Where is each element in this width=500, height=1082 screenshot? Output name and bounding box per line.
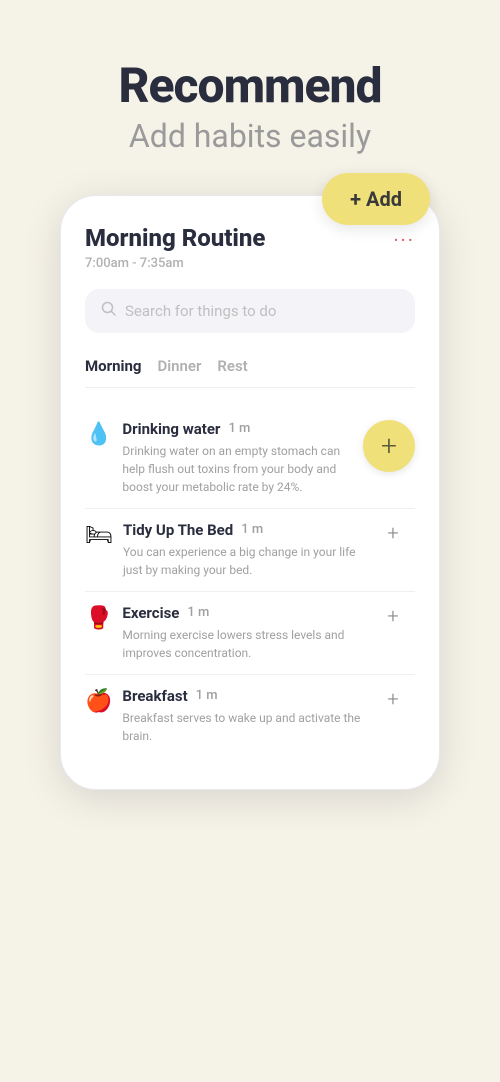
phone-container: + Add Morning Routine ··· 7:00am - 7:35a… (60, 195, 440, 790)
search-icon (101, 301, 117, 321)
tabs-row: Morning Dinner Rest (85, 353, 415, 388)
habit-item-breakfast: 🍎 Breakfast 1 m Breakfast serves to wake… (85, 675, 415, 757)
search-bar[interactable]: Search for things to do (85, 289, 415, 333)
habit-action-exercise[interactable]: + (371, 604, 415, 628)
habit-duration-bed: 1 m (241, 522, 263, 537)
habit-item-exercise: 🥊 Exercise 1 m Morning exercise lowers s… (85, 592, 415, 675)
routine-header: Morning Routine ··· (85, 224, 415, 252)
habit-desc-exercise: Morning exercise lowers stress levels an… (122, 626, 371, 662)
habit-duration-exercise: 1 m (187, 605, 209, 620)
habit-desc-breakfast: Breakfast serves to wake up and activate… (122, 709, 371, 745)
habit-name-bed: Tidy Up The Bed (123, 521, 233, 539)
habit-desc-bed: You can experience a big change in your … (123, 543, 371, 579)
add-plus-breakfast[interactable]: + (387, 687, 398, 711)
habit-action-bed[interactable]: + (371, 521, 415, 545)
habit-desc-water: Drinking water on an empty stomach can h… (122, 442, 363, 496)
tab-rest[interactable]: Rest (217, 353, 263, 379)
habit-duration-water: 1 m (228, 421, 250, 436)
habit-list: 💧 Drinking water 1 m Drinking water on a… (85, 408, 415, 757)
header-section: Recommend Add habits easily (0, 0, 500, 175)
habit-name-exercise: Exercise (122, 604, 179, 622)
habit-icon-water: 💧 (85, 422, 112, 447)
routine-title: Morning Routine (85, 224, 265, 252)
habit-action-breakfast[interactable]: + (371, 687, 415, 711)
search-placeholder: Search for things to do (125, 302, 276, 320)
habit-item-drinking-water: 💧 Drinking water 1 m Drinking water on a… (85, 408, 415, 509)
add-button[interactable]: + Add (322, 173, 430, 225)
habit-item-tidy-bed: 🛏 Tidy Up The Bed 1 m You can experience… (85, 509, 415, 592)
phone-frame: Morning Routine ··· 7:00am - 7:35am Sear… (60, 195, 440, 790)
add-circle-water[interactable]: + (363, 420, 415, 472)
add-plus-bed[interactable]: + (387, 521, 398, 545)
sub-title: Add habits easily (40, 117, 460, 155)
main-title: Recommend (40, 60, 460, 113)
habit-action-water[interactable]: + (363, 420, 415, 472)
habit-icon-breakfast: 🍎 (85, 689, 112, 714)
habit-name-breakfast: Breakfast (122, 687, 187, 705)
habit-icon-exercise: 🥊 (85, 606, 112, 631)
tab-dinner[interactable]: Dinner (157, 353, 217, 379)
tab-morning[interactable]: Morning (85, 353, 157, 379)
habit-icon-bed: 🛏 (85, 523, 113, 548)
routine-time: 7:00am - 7:35am (85, 256, 415, 271)
more-options-icon[interactable]: ··· (393, 228, 415, 252)
add-plus-exercise[interactable]: + (387, 604, 398, 628)
habit-name-water: Drinking water (122, 420, 220, 438)
habit-duration-breakfast: 1 m (196, 688, 218, 703)
